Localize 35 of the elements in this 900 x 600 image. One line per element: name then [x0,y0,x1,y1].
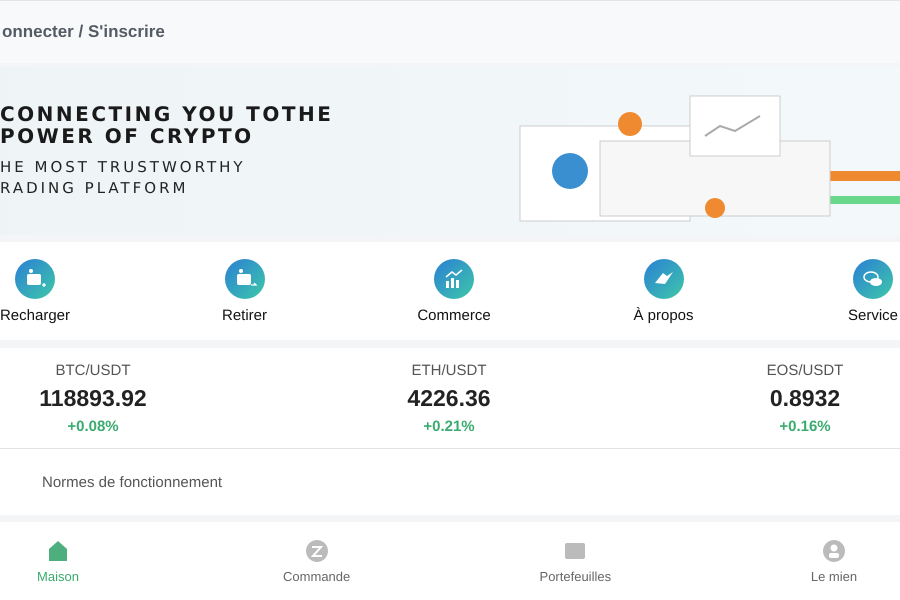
pair-name: ETH/USDT [412,362,486,378]
price: 118893.92 [39,384,147,412]
banner-subtitle: HE MOST TRUSTWORTHY [0,158,247,177]
withdraw-icon [224,258,264,298]
action-label: Service [848,306,898,324]
banner-headline: POWER OF CRYPTO [0,126,255,146]
action-label: Commerce [417,306,491,324]
price-change: +0.16% [779,418,831,434]
quick-action[interactable]: Commerce [399,258,509,324]
quick-action[interactable]: Retirer [190,258,300,324]
quick-action[interactable]: Service [818,258,900,324]
notice-row[interactable]: Normes de fonctionnement [0,449,900,515]
price: 0.8932 [770,384,840,412]
price-change: +0.21% [423,418,475,434]
user-icon [822,538,846,562]
nav-tab[interactable]: Le mien [784,538,884,584]
banner-subtitle: RADING PLATFORM [0,179,190,198]
trade-icon [434,258,474,298]
service-icon [853,258,893,298]
quick-action[interactable]: Recharger [0,258,90,324]
nav-tab[interactable]: Portefeuilles [525,538,626,584]
quick-action[interactable]: À propos [608,258,718,324]
pair-name: EOS/USDT [766,362,844,378]
login-register-link[interactable]: onnecter / S'inscrire [2,22,165,42]
action-label: À propos [633,306,694,324]
notice-text: Normes de fonctionnement [42,474,222,490]
action-label: Retirer [222,306,267,324]
banner-headline: CONNECTING YOU TOTHE [0,104,334,124]
price: 4226.36 [407,384,491,412]
home-icon [46,538,70,562]
price-change: +0.08% [67,418,119,434]
nav-tab[interactable]: Commande [266,538,367,584]
pair-name: BTC/USDT [56,362,130,378]
deposit-icon [15,258,55,298]
action-label: Recharger [0,306,70,324]
